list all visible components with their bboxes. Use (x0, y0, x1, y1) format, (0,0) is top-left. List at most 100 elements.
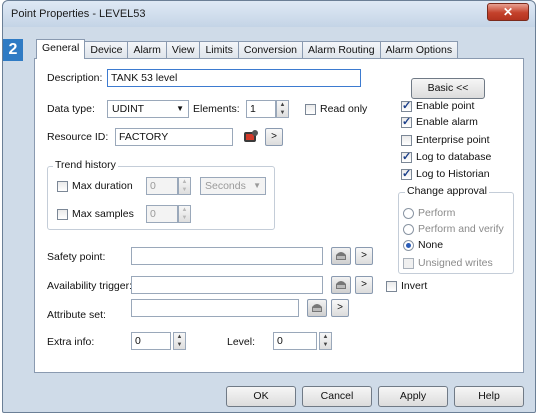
availability-trigger-next-button[interactable]: > (355, 276, 373, 294)
resource-id-label: Resource ID: (47, 131, 109, 143)
spin-up-icon[interactable]: ▲ (174, 333, 185, 341)
max-samples-label: Max samples (72, 208, 134, 220)
basic-toggle-button[interactable]: Basic << (411, 78, 485, 99)
tab-conversion[interactable]: Conversion (237, 41, 304, 59)
elements-label: Elements: (193, 103, 240, 115)
title-bar[interactable]: Point Properties - LEVEL53 ✕ (3, 1, 535, 27)
elements-input[interactable]: 1 (246, 100, 276, 118)
data-type-select[interactable]: UDINT ▼ (107, 100, 189, 118)
level-label: Level: (227, 336, 256, 348)
tab-device[interactable]: Device (84, 41, 129, 59)
resource-id-input[interactable]: FACTORY (115, 128, 233, 146)
enable-point-box[interactable] (401, 99, 412, 112)
enable-alarm-box[interactable] (401, 115, 412, 128)
ok-button[interactable]: OK (226, 386, 296, 407)
cancel-button[interactable]: Cancel (302, 386, 372, 407)
description-input[interactable]: TANK 53 level (107, 69, 361, 87)
tab-alarm-options[interactable]: Alarm Options (379, 41, 459, 59)
spin-up-icon[interactable]: ▲ (277, 101, 288, 109)
level-input[interactable]: 0 (273, 332, 317, 350)
enable-point-label: Enable point (416, 100, 475, 112)
tab-alarm-routing[interactable]: Alarm Routing (302, 41, 381, 59)
data-type-label: Data type: (47, 103, 95, 115)
approval-none-radio[interactable]: None (403, 239, 443, 251)
tab-alarm[interactable]: Alarm (127, 41, 167, 59)
trend-history-title: Trend history (53, 159, 118, 171)
resource-browse-icon[interactable] (242, 128, 260, 146)
duration-unit-select[interactable]: Seconds ▼ (200, 177, 266, 195)
approval-perform-dot[interactable] (403, 207, 414, 219)
spin-down-icon[interactable]: ▼ (179, 214, 190, 222)
availability-trigger-label: Availability trigger: (47, 280, 133, 292)
enable-point-checkbox[interactable]: Enable point (401, 99, 475, 112)
approval-perform-verify-radio[interactable]: Perform and verify (403, 223, 504, 235)
max-duration-checkbox[interactable]: Max duration (57, 180, 133, 192)
approval-none-label: None (418, 239, 444, 251)
max-samples-input[interactable]: 0 (146, 205, 178, 223)
spin-down-icon[interactable]: ▼ (277, 109, 288, 117)
general-panel: Description: TANK 53 level Data type: UD… (34, 58, 524, 373)
duration-unit-value: Seconds (205, 180, 246, 192)
close-button[interactable]: ✕ (487, 3, 529, 21)
attribute-set-browse-icon[interactable] (307, 299, 327, 317)
tab-general[interactable]: General (36, 39, 86, 59)
tab-view[interactable]: View (165, 41, 201, 59)
unsigned-writes-checkbox[interactable]: Unsigned writes (403, 257, 493, 269)
attribute-set-label: Attribute set: (47, 309, 106, 321)
max-duration-box[interactable] (57, 180, 68, 192)
extra-info-stepper[interactable]: ▲ ▼ (173, 332, 186, 350)
description-label: Description: (47, 72, 103, 84)
max-duration-stepper[interactable]: ▲ ▼ (178, 177, 191, 195)
chevron-down-icon: ▼ (176, 104, 184, 113)
enable-alarm-checkbox[interactable]: Enable alarm (401, 115, 478, 128)
attribute-set-next-button[interactable]: > (331, 299, 349, 317)
log-to-database-label: Log to database (416, 151, 492, 163)
data-type-value: UDINT (112, 103, 145, 115)
spin-up-icon[interactable]: ▲ (179, 178, 190, 186)
read-only-checkbox[interactable]: Read only (305, 103, 367, 115)
attribute-set-input[interactable] (131, 299, 299, 317)
change-approval-title: Change approval (405, 185, 489, 197)
max-samples-box[interactable] (57, 208, 68, 220)
availability-trigger-input[interactable] (131, 276, 323, 294)
spin-up-icon[interactable]: ▲ (179, 206, 190, 214)
log-to-database-checkbox[interactable]: Log to database (401, 150, 492, 163)
apply-button[interactable]: Apply (378, 386, 448, 407)
safety-point-browse-icon[interactable] (331, 247, 351, 265)
spin-down-icon[interactable]: ▼ (174, 341, 185, 349)
invert-box[interactable] (386, 280, 397, 292)
unsigned-writes-label: Unsigned writes (418, 257, 493, 269)
tab-strip: General Device Alarm View Limits Convers… (36, 39, 459, 59)
enterprise-point-checkbox[interactable]: Enterprise point (401, 134, 490, 146)
unsigned-writes-box[interactable] (403, 257, 414, 269)
approval-perform-radio[interactable]: Perform (403, 207, 455, 219)
level-stepper[interactable]: ▲ ▼ (319, 332, 332, 350)
help-button[interactable]: Help (454, 386, 524, 407)
extra-info-label: Extra info: (47, 336, 95, 348)
spin-down-icon[interactable]: ▼ (320, 341, 331, 349)
max-samples-stepper[interactable]: ▲ ▼ (178, 205, 191, 223)
safety-point-label: Safety point: (47, 251, 106, 263)
log-to-database-box[interactable] (401, 150, 412, 163)
approval-none-dot[interactable] (403, 239, 414, 251)
read-only-box[interactable] (305, 103, 316, 115)
extra-info-input[interactable]: 0 (131, 332, 171, 350)
log-to-historian-checkbox[interactable]: Log to Historian (401, 167, 490, 180)
spin-down-icon[interactable]: ▼ (179, 186, 190, 194)
log-to-historian-label: Log to Historian (416, 168, 490, 180)
safety-point-input[interactable] (131, 247, 323, 265)
elements-stepper[interactable]: ▲ ▼ (276, 100, 289, 118)
enterprise-point-box[interactable] (401, 134, 412, 146)
resource-next-button[interactable]: > (265, 128, 283, 146)
availability-trigger-browse-icon[interactable] (331, 276, 351, 294)
enable-alarm-label: Enable alarm (416, 116, 478, 128)
tab-limits[interactable]: Limits (199, 41, 239, 59)
log-to-historian-box[interactable] (401, 167, 412, 180)
approval-perform-verify-dot[interactable] (403, 223, 414, 235)
approval-perform-label: Perform (418, 207, 456, 219)
spin-up-icon[interactable]: ▲ (320, 333, 331, 341)
safety-point-next-button[interactable]: > (355, 247, 373, 265)
invert-checkbox[interactable]: Invert (386, 280, 427, 292)
max-duration-input[interactable]: 0 (146, 177, 178, 195)
max-samples-checkbox[interactable]: Max samples (57, 208, 134, 220)
